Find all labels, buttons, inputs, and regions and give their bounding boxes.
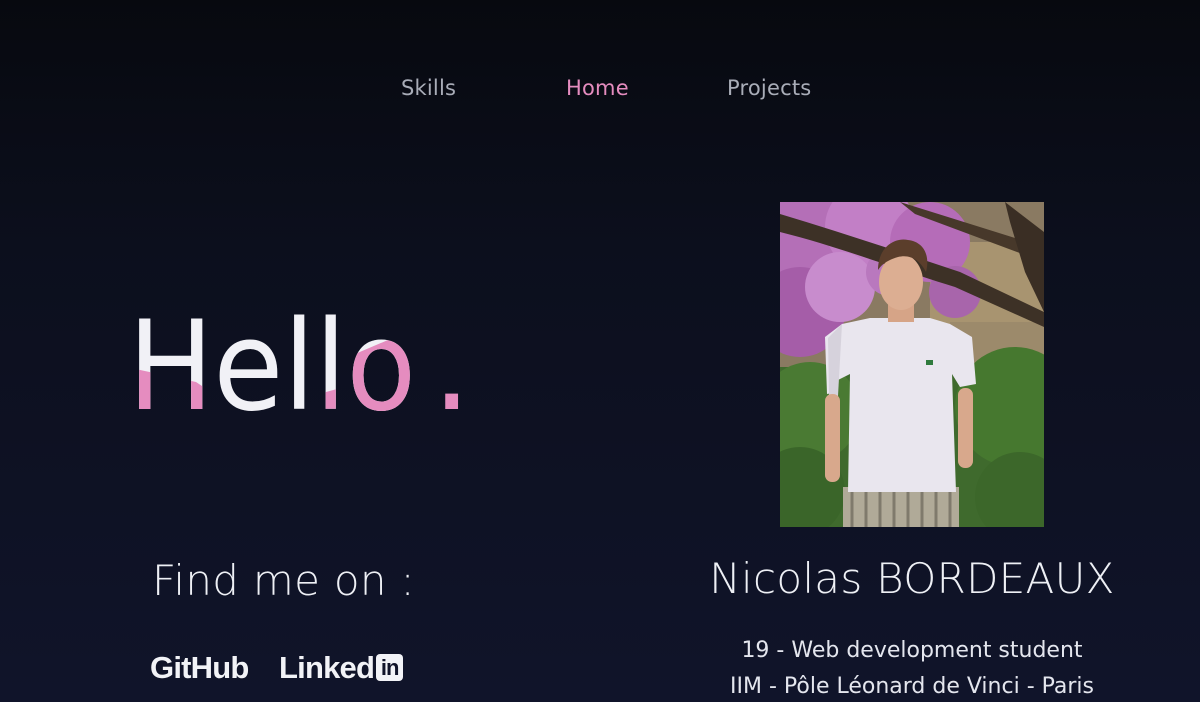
nav-link-skills[interactable]: Skills (401, 76, 456, 100)
profile-photo (780, 202, 1044, 527)
main-navigation: Skills Home Projects (0, 76, 1200, 108)
linkedin-link[interactable]: Linked in (279, 648, 404, 688)
profile-bio-age-role: 19 - Web development student (741, 638, 1083, 663)
github-link[interactable]: GitHub (150, 648, 249, 688)
nav-link-projects[interactable]: Projects (727, 76, 811, 100)
linkedin-icon: in (376, 654, 404, 681)
hero-greeting: Hello Hello . (126, 282, 466, 432)
nav-link-home[interactable]: Home (566, 76, 629, 100)
hello-period: . (432, 295, 466, 432)
linkedin-wordmark: Linked (279, 650, 375, 685)
hello-heading: Hello Hello . (128, 295, 466, 432)
profile-bio-school: IIM - Pôle Léonard de Vinci - Paris (730, 674, 1094, 699)
profile-name: Nicolas BORDEAUX (709, 554, 1115, 603)
find-me-heading: Find me on : (152, 556, 415, 605)
